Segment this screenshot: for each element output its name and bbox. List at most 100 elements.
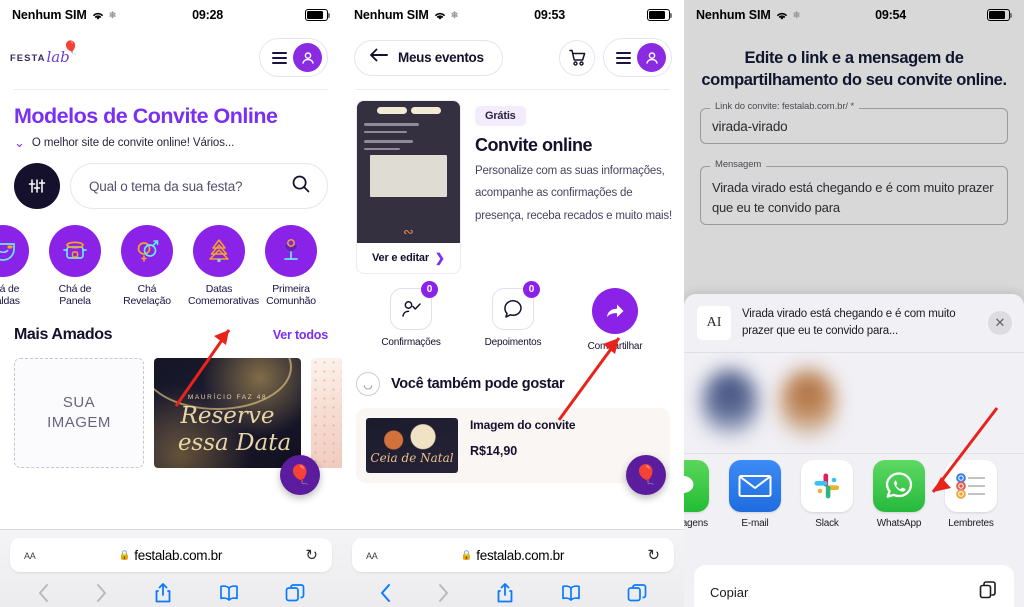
three-panel-screenshot-collage: Nenhum SIM ❄ 09:28 FESTA lab 🎈 Modelos d… (0, 0, 1024, 607)
forward-chevron-icon[interactable] (437, 583, 450, 603)
wifi-icon (433, 10, 447, 21)
category-item[interactable]: Chá deFraldas (0, 225, 34, 308)
link-input[interactable]: virada-virado (700, 107, 1008, 144)
user-account-icon[interactable] (637, 43, 666, 72)
template-card-placeholder[interactable]: SUA IMAGEM (14, 357, 144, 468)
share-action-list[interactable]: Copiar (694, 565, 1014, 607)
share-icon[interactable] (496, 582, 514, 604)
text-size-button[interactable]: AA (366, 548, 378, 562)
chalice-icon (265, 225, 317, 277)
action-confirmacoes[interactable]: 0 Confirmações (373, 281, 449, 352)
search-icon[interactable] (291, 174, 311, 199)
panel-home-templates: Nenhum SIM ❄ 09:28 FESTA lab 🎈 Modelos d… (0, 0, 342, 607)
carrier-label: Nenhum SIM (12, 8, 87, 22)
preview-chip (376, 107, 407, 114)
tabs-icon[interactable] (285, 583, 305, 603)
preview-line (364, 147, 400, 150)
safari-url-bar[interactable]: AA 🔒 festalab.com.br ↻ (352, 538, 674, 572)
speech-bubble-icon[interactable]: 0 (492, 281, 540, 330)
text-size-button[interactable]: AA (24, 548, 36, 562)
category-item-datas-comemorativas[interactable]: Datas Comemorativas (188, 225, 259, 308)
user-account-icon[interactable] (293, 43, 322, 72)
contact-item[interactable] (702, 369, 760, 453)
hamburger-menu-icon[interactable] (616, 51, 631, 64)
share-app-mensagens[interactable]: Mensagens (684, 460, 712, 529)
back-chevron-icon[interactable] (379, 583, 392, 603)
link-field-label: Link do convite: festalab.com.br/ * (710, 100, 860, 112)
lock-icon: 🔒 (118, 549, 131, 561)
user-check-icon[interactable]: 0 (390, 281, 438, 330)
tabs-icon[interactable] (627, 583, 647, 603)
share-app-whatsapp[interactable]: WhatsApp (870, 460, 928, 529)
placeholder-line2: IMAGEM (47, 413, 111, 431)
see-all-link[interactable]: Ver todos (273, 328, 328, 342)
message-textarea[interactable]: Virada virado está chegando e é com muit… (700, 165, 1008, 225)
subtitle-row[interactable]: ⌄ O melhor site de convite online! Vário… (0, 129, 342, 149)
contact-item[interactable] (780, 369, 838, 453)
shopping-cart-icon[interactable] (559, 39, 595, 76)
back-button-label: Meus eventos (398, 50, 484, 65)
action-compartilhar[interactable]: Compartilhar (577, 288, 653, 352)
share-app-email[interactable]: E-mail (726, 460, 784, 529)
status-badge: Grátis (475, 106, 526, 126)
event-preview-card[interactable]: ∾ Ver e editar ❯ (356, 100, 461, 274)
wink-face-icon: ◡ (356, 372, 380, 396)
share-icon[interactable] (154, 582, 172, 604)
card-script-2: essa Data (177, 429, 292, 456)
suggested-product-card[interactable]: Ceia de Natal Imagem do convite R$14,90 (356, 408, 670, 483)
product-thumbnail: Ceia de Natal (366, 418, 458, 473)
safari-url-bar[interactable]: AA 🔒 festalab.com.br ↻ (10, 538, 332, 572)
chevron-down-icon[interactable]: ⌄ (14, 136, 25, 149)
category-item[interactable]: Chá Revelação (116, 225, 178, 308)
ios-share-sheet: AI Virada virado está chegando e é com m… (684, 294, 1024, 607)
site-header-1: FESTA lab 🎈 (0, 30, 342, 87)
book-icon[interactable] (218, 584, 240, 602)
reload-icon[interactable]: ↻ (647, 546, 660, 564)
share-app-label: WhatsApp (876, 518, 922, 529)
page-subtitle: O melhor site de convite online! Vários.… (31, 136, 235, 149)
christmas-tree-icon (193, 225, 245, 277)
back-chevron-icon[interactable] (37, 583, 50, 603)
category-item[interactable]: Chá de Panela (44, 225, 106, 308)
event-action-row: 0 Confirmações 0 Depoimentos Compartilha… (342, 274, 684, 352)
reload-icon[interactable]: ↻ (305, 546, 318, 564)
snowflake-icon: ❄ (450, 9, 459, 20)
action-label: Depoimentos (484, 337, 542, 348)
template-card-pink[interactable] (311, 357, 342, 468)
hot-air-balloon-icon[interactable]: 🎈 (626, 455, 666, 495)
header-account-pill-1[interactable] (259, 38, 328, 77)
close-icon[interactable]: ✕ (988, 311, 1012, 335)
book-icon[interactable] (560, 584, 582, 602)
search-placeholder: Qual o tema da sua festa? (89, 178, 243, 194)
template-card-dark[interactable]: MAURÍCIO FAZ 48 Reserve essa Data (154, 357, 301, 468)
search-row: Qual o tema da sua festa? (0, 149, 342, 209)
chevron-right-icon: ❯ (434, 251, 445, 265)
preview-line (364, 140, 413, 143)
category-list: Chá deFraldas Chá dePanela CháRevelação … (0, 209, 342, 308)
header-account-pill-2[interactable] (603, 38, 672, 77)
back-to-my-events-button[interactable]: Meus eventos (354, 39, 503, 76)
page-title: Modelos de Convite Online (14, 104, 278, 128)
status-right-3 (987, 9, 1013, 21)
battery-icon (305, 9, 331, 21)
forward-chevron-icon[interactable] (95, 583, 108, 603)
hot-air-balloon-icon: 🎈 (62, 39, 79, 55)
status-left-1: Nenhum SIM ❄ (12, 8, 116, 22)
action-depoimentos[interactable]: 0 Depoimentos (475, 281, 551, 352)
share-app-lembretes[interactable]: Lembretes (942, 460, 1000, 529)
mail-app-icon (729, 460, 781, 512)
safari-bottom-bar-2: AA 🔒 festalab.com.br ↻ (342, 529, 684, 607)
category-label: Primeira Comunhão (266, 283, 316, 308)
product-image-caption: Ceia de Natal (370, 451, 454, 465)
share-preview-row[interactable]: AI Virada virado está chegando e é com m… (684, 294, 1024, 352)
search-input[interactable]: Qual o tema da sua festa? (70, 163, 328, 209)
hot-air-balloon-icon[interactable]: 🎈 (280, 455, 320, 495)
view-and-edit-button[interactable]: Ver e editar ❯ (357, 243, 460, 273)
category-item[interactable]: Primeira Comunhão (260, 225, 322, 308)
filters-sliders-icon[interactable] (14, 163, 60, 209)
wifi-icon (775, 10, 789, 21)
festalab-logo[interactable]: FESTA lab 🎈 (10, 40, 79, 65)
hamburger-menu-icon[interactable] (272, 51, 287, 64)
share-arrow-icon[interactable] (592, 288, 638, 334)
share-app-slack[interactable]: Slack (798, 460, 856, 529)
